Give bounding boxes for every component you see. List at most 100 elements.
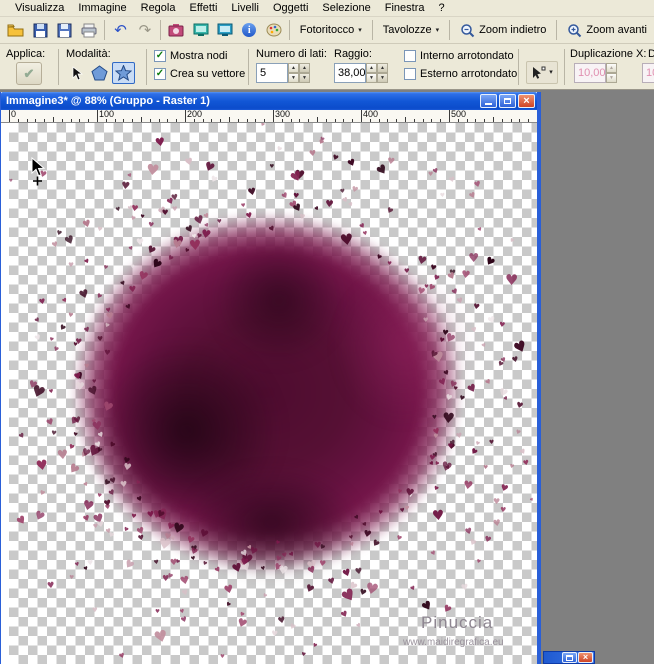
- crea-su-vettore-checkbox[interactable]: ✓ Crea su vettore: [154, 68, 245, 80]
- options-separator: [58, 49, 59, 85]
- options-separator: [518, 49, 519, 85]
- toolbar-separator: [449, 20, 450, 40]
- spin-down-icon[interactable]: ▼: [288, 73, 299, 83]
- checkbox-label: Esterno arrotondato: [420, 68, 517, 80]
- duplicazione-y-label: Dup: [648, 48, 654, 60]
- info-icon: i: [242, 23, 256, 37]
- esterno-arrotondato-checkbox[interactable]: Esterno arrotondato: [404, 68, 517, 80]
- printer-icon: [81, 23, 97, 38]
- save-button[interactable]: [28, 19, 52, 42]
- tool-options-bar: Applica: ✔ Modalità: ✓ Mostra nodi ✓ Cre…: [0, 45, 654, 90]
- magnifier-plus-icon: [567, 23, 582, 38]
- star-mode-button[interactable]: [112, 62, 135, 84]
- spin-up-icon[interactable]: ▲: [366, 63, 377, 73]
- duplicazione-x-spinner[interactable]: 10,00 ▲▼: [574, 63, 617, 83]
- print-button[interactable]: [77, 19, 101, 42]
- checkbox-box: ✓: [154, 68, 166, 80]
- watermark-url: www.maidiregrafica.eu: [403, 637, 504, 648]
- spin-down-icon[interactable]: ▼: [377, 73, 388, 83]
- options-separator: [146, 49, 147, 85]
- restore-icon: [566, 655, 573, 661]
- redo-button[interactable]: ↷: [133, 19, 157, 42]
- checkbox-label: Interno arrotondato: [420, 50, 514, 62]
- window-buttons: ×: [480, 94, 535, 108]
- close-button[interactable]: ×: [518, 94, 535, 108]
- save-copy-button[interactable]: [53, 19, 77, 42]
- import-scanner-button[interactable]: [188, 19, 212, 42]
- canvas-area: ♥♥♥♥♥♥♥♥♥♥♥♥♥♥♥♥♥♥♥♥♥♥♥♥♥♥♥♥♥♥♥♥♥♥♥♥♥♥♥♥…: [1, 123, 537, 664]
- browse-button[interactable]: [213, 19, 237, 42]
- image-window-title: Immagine3* @ 88% (Gruppo - Raster 1): [6, 95, 480, 107]
- horizontal-ruler: 0100200300400500: [1, 110, 537, 123]
- node-edit-tool-button[interactable]: ▾: [526, 61, 558, 84]
- spin-down-icon[interactable]: ▼: [366, 73, 377, 83]
- checkbox-box: [404, 50, 416, 62]
- menu-finestra[interactable]: Finestra: [378, 1, 432, 15]
- zoom-in-button[interactable]: Zoom avanti: [560, 19, 654, 41]
- hearts-scatter-layer: ♥♥♥♥♥♥♥♥♥♥♥♥♥♥♥♥♥♥♥♥♥♥♥♥♥♥♥♥♥♥♥♥♥♥♥♥♥♥♥♥…: [9, 123, 537, 664]
- toolbar-separator: [160, 20, 161, 40]
- mini-close-button[interactable]: ×: [578, 652, 593, 663]
- menu-visualizza[interactable]: Visualizza: [8, 1, 71, 15]
- raggio-spinner[interactable]: 38,00 ▲▼ ▲▼: [334, 63, 388, 83]
- minimize-icon: [485, 103, 492, 105]
- material-palette-button[interactable]: [261, 19, 285, 42]
- spin-up-icon: ▲: [606, 63, 617, 73]
- workspace: Immagine3* @ 88% (Gruppo - Raster 1) × 0…: [0, 90, 654, 664]
- spin-up-icon[interactable]: ▲: [288, 63, 299, 73]
- node-edit-icon: [531, 65, 547, 80]
- menu-livelli[interactable]: Livelli: [224, 1, 266, 15]
- watermark-name: Pinuccia: [421, 613, 493, 633]
- menu-bar: Visualizza Immagine Regola Effetti Livel…: [0, 0, 654, 17]
- spin-down-icon: ▼: [606, 73, 617, 83]
- browser-monitor-icon: [217, 23, 233, 38]
- mini-restore-button[interactable]: [562, 652, 577, 663]
- apply-button[interactable]: ✔: [16, 62, 42, 85]
- toolbar-separator: [289, 20, 290, 40]
- duplicazione-x-label: Duplicazione X:: [570, 48, 646, 60]
- toolbar-separator: [104, 20, 105, 40]
- duplicazione-x-value: 10,00: [574, 63, 606, 83]
- menu-immagine[interactable]: Immagine: [71, 1, 133, 15]
- tavolozze-dropdown[interactable]: Tavolozze ▾: [376, 19, 446, 41]
- tavolozze-label: Tavolozze: [383, 24, 432, 36]
- image-window-titlebar[interactable]: Immagine3* @ 88% (Gruppo - Raster 1) ×: [1, 92, 537, 110]
- menu-help[interactable]: ?: [431, 1, 451, 15]
- checkbox-label: Mostra nodi: [170, 50, 227, 62]
- screen-capture-button[interactable]: [164, 19, 188, 42]
- undo-button[interactable]: ↶: [108, 19, 132, 42]
- image-info-button[interactable]: i: [237, 19, 261, 42]
- folder-open-icon: [7, 23, 25, 38]
- numero-lati-label: Numero di lati:: [256, 48, 327, 60]
- raggio-value[interactable]: 38,00: [334, 63, 366, 83]
- numero-lati-value[interactable]: 5: [256, 63, 288, 83]
- zoom-out-button[interactable]: Zoom indietro: [453, 19, 553, 41]
- psp-application-window: Visualizza Immagine Regola Effetti Livel…: [0, 0, 654, 664]
- minimized-window: ×: [543, 651, 595, 664]
- mostra-nodi-checkbox[interactable]: ✓ Mostra nodi: [154, 50, 227, 62]
- palette-icon: [266, 23, 282, 37]
- spin-down-icon[interactable]: ▼: [299, 73, 310, 83]
- restore-button[interactable]: [499, 94, 516, 108]
- cursor-arrow: [29, 157, 51, 187]
- image-canvas[interactable]: ♥♥♥♥♥♥♥♥♥♥♥♥♥♥♥♥♥♥♥♥♥♥♥♥♥♥♥♥♥♥♥♥♥♥♥♥♥♥♥♥…: [9, 123, 537, 664]
- star-icon: [115, 65, 132, 81]
- edit-mode-button[interactable]: [64, 62, 87, 84]
- image-window: Immagine3* @ 88% (Gruppo - Raster 1) × 0…: [0, 92, 541, 664]
- spin-up-icon[interactable]: ▲: [299, 63, 310, 73]
- open-button[interactable]: [4, 19, 28, 42]
- options-separator: [564, 49, 565, 85]
- toolbar-separator: [372, 20, 373, 40]
- numero-lati-spinner[interactable]: 5 ▲▼ ▲▼: [256, 63, 310, 83]
- minimize-button[interactable]: [480, 94, 497, 108]
- zoom-out-label: Zoom indietro: [479, 24, 546, 36]
- menu-effetti[interactable]: Effetti: [182, 1, 224, 15]
- duplicazione-y-spinner[interactable]: 10,00: [642, 63, 654, 83]
- menu-oggetti[interactable]: Oggetti: [266, 1, 315, 15]
- fotoritocco-dropdown[interactable]: Fotoritocco ▾: [293, 19, 369, 41]
- spin-up-icon[interactable]: ▲: [377, 63, 388, 73]
- menu-selezione[interactable]: Selezione: [315, 1, 377, 15]
- polygon-mode-button[interactable]: [88, 62, 111, 84]
- menu-regola[interactable]: Regola: [134, 1, 183, 15]
- interno-arrotondato-checkbox[interactable]: Interno arrotondato: [404, 50, 514, 62]
